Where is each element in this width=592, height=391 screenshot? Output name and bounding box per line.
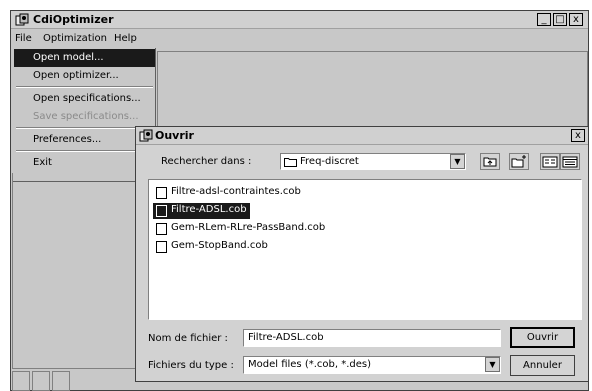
side-panel (12, 173, 136, 369)
file-list[interactable]: Filtre-adsl-contraintes.cob Filtre-ADSL.… (148, 179, 582, 320)
filename-input[interactable]: Filtre-ADSL.cob (243, 329, 501, 347)
file-icon (156, 241, 167, 253)
filename-label: Nom de fichier : (148, 333, 228, 344)
status-cell (32, 371, 50, 391)
chevron-down-icon[interactable]: ▼ (485, 357, 500, 372)
look-in-combobox[interactable]: Freq-discret ▼ (280, 153, 466, 170)
menu-file[interactable]: File (12, 32, 35, 45)
close-button[interactable]: x (569, 13, 583, 26)
menu-item-open-model[interactable]: Open model... (14, 49, 155, 67)
file-name: Filtre-adsl-contraintes.cob (171, 186, 301, 197)
up-folder-button[interactable] (480, 153, 500, 170)
filetype-value: Model files (*.cob, *.des) (248, 359, 372, 370)
file-icon (156, 205, 167, 217)
look-in-label: Rechercher dans : (161, 156, 252, 167)
window-title: CdiOptimizer (33, 13, 114, 26)
folder-icon (284, 158, 297, 167)
cancel-button[interactable]: Annuler (510, 355, 575, 376)
dialog-titlebar[interactable]: Ouvrir x (136, 127, 588, 145)
details-view-button[interactable] (560, 153, 580, 170)
list-view-button[interactable] (540, 153, 560, 170)
filetype-label: Fichiers du type : (148, 360, 234, 371)
menu-optimization[interactable]: Optimization (40, 32, 110, 45)
menu-separator (16, 127, 153, 129)
list-view-icon (542, 156, 558, 168)
dialog-close-button[interactable]: x (571, 129, 585, 142)
menubar: File Optimization Help (11, 30, 588, 47)
menu-separator (16, 86, 153, 88)
file-name: Filtre-ADSL.cob (171, 204, 247, 215)
minimize-button[interactable]: _ (537, 13, 551, 26)
menu-item-exit[interactable]: Exit (14, 154, 155, 172)
status-cell (12, 371, 30, 391)
file-item[interactable]: Gem-StopBand.cob (153, 239, 271, 255)
open-button[interactable]: Ouvrir (510, 327, 575, 348)
menu-item-save-specifications: Save specifications... (33, 111, 139, 122)
menu-separator (16, 150, 153, 152)
menu-help[interactable]: Help (111, 32, 140, 45)
maximize-button[interactable]: □ (553, 13, 567, 26)
main-titlebar[interactable]: CdiOptimizer _ □ x (11, 11, 588, 29)
file-icon (156, 223, 167, 235)
menu-item-preferences[interactable]: Preferences... (14, 131, 155, 149)
file-name: Gem-StopBand.cob (171, 240, 268, 251)
look-in-value: Freq-discret (300, 156, 359, 167)
chevron-down-icon[interactable]: ▼ (450, 154, 465, 169)
menu-item-open-specifications[interactable]: Open specifications... (14, 90, 155, 108)
dialog-app-icon (139, 129, 153, 142)
filetype-select[interactable]: Model files (*.cob, *.des) ▼ (243, 356, 501, 374)
file-icon (156, 187, 167, 199)
dialog-title: Ouvrir (155, 129, 194, 142)
status-cell (52, 371, 70, 391)
open-file-dialog: Ouvrir x Rechercher dans : Freq-discret … (135, 126, 589, 382)
menu-item-open-optimizer[interactable]: Open optimizer... (14, 67, 155, 85)
file-item[interactable]: Filtre-adsl-contraintes.cob (153, 185, 304, 201)
up-folder-icon (483, 157, 497, 167)
file-name: Gem-RLem-RLre-PassBand.cob (171, 222, 326, 233)
file-item-selected[interactable]: Filtre-ADSL.cob (153, 203, 250, 219)
new-folder-button[interactable] (509, 153, 529, 170)
new-folder-icon (511, 155, 526, 168)
file-item[interactable]: Gem-RLem-RLre-PassBand.cob (153, 221, 328, 237)
app-icon (15, 13, 29, 26)
details-view-icon (562, 156, 578, 168)
